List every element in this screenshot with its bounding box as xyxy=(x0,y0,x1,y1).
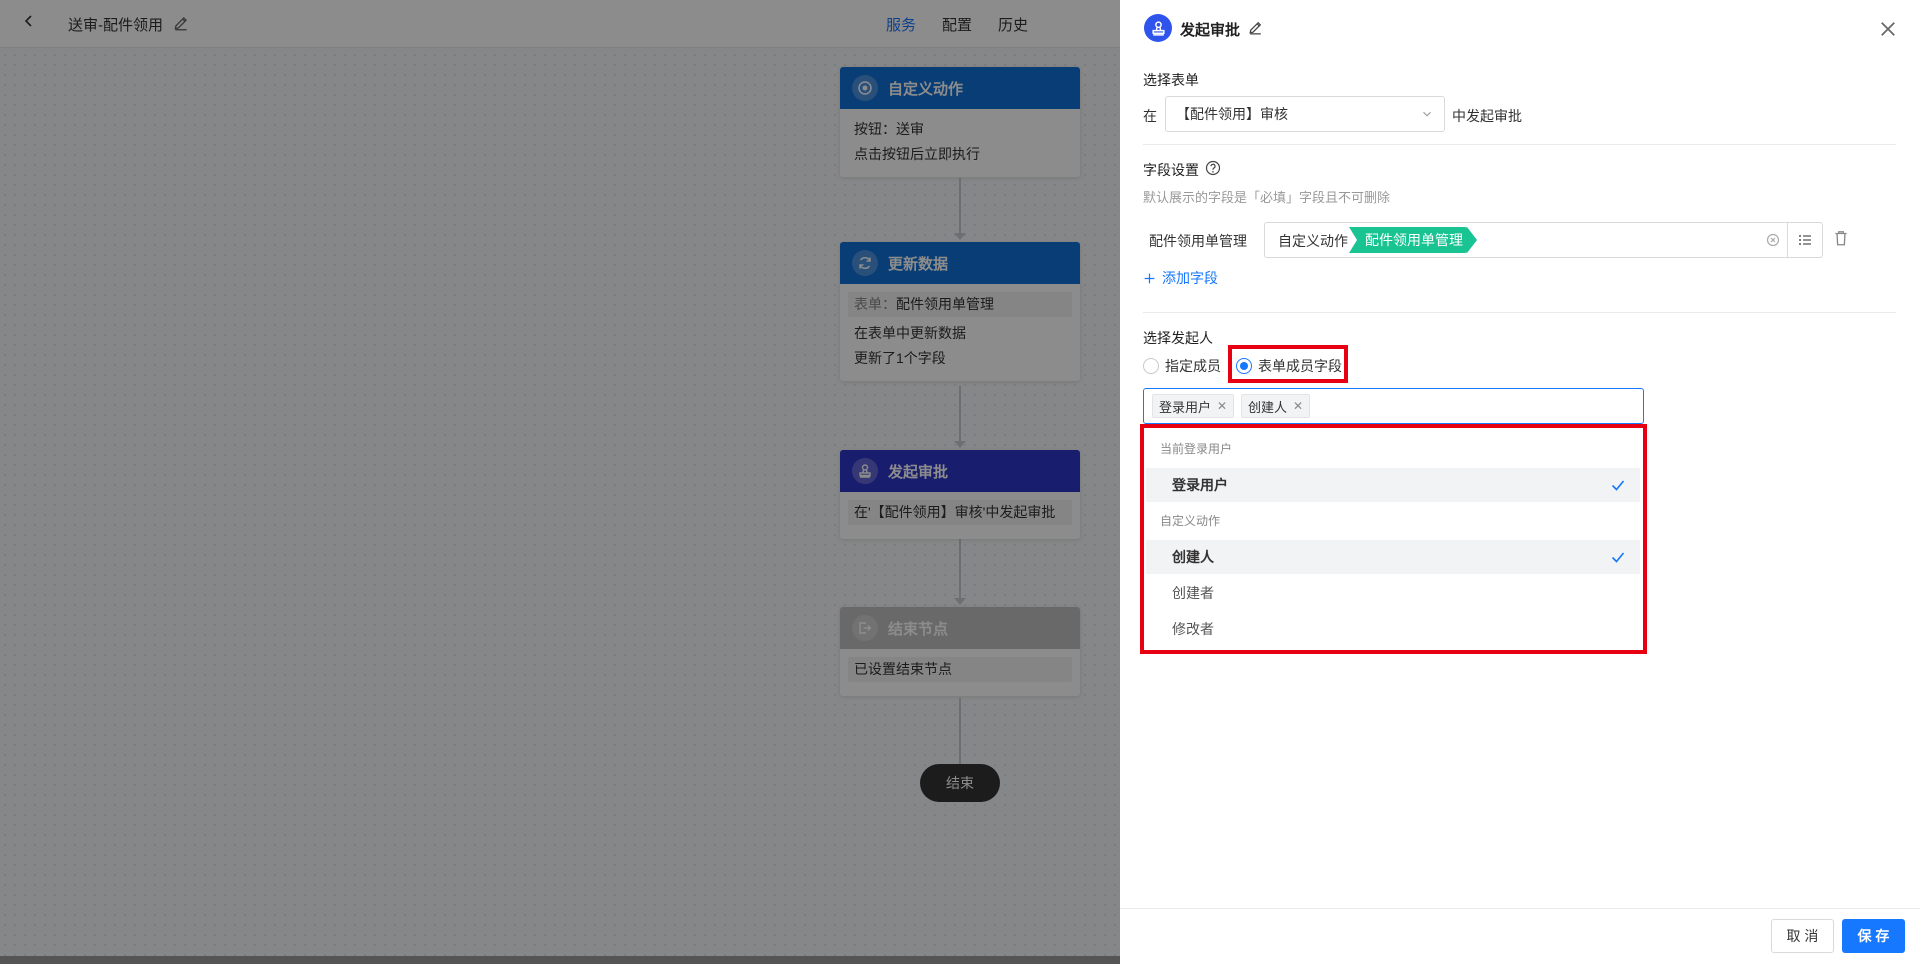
save-button[interactable]: 保 存 xyxy=(1842,919,1905,953)
selected-tag: 登录用户 ✕ xyxy=(1152,394,1235,418)
modal-overlay[interactable] xyxy=(0,0,1120,964)
field-value-picker[interactable]: 自定义动作 配件领用单管理 xyxy=(1264,222,1822,258)
radio-circle xyxy=(1143,358,1159,374)
select-form-label: 选择表单 xyxy=(1143,72,1199,88)
clear-circle-icon[interactable] xyxy=(1765,232,1781,248)
form-select-value: 【配件领用】审核 xyxy=(1176,106,1288,122)
initiator-tags-input[interactable]: 登录用户 ✕ 创建人 ✕ xyxy=(1143,388,1644,424)
footer-divider xyxy=(1120,908,1920,909)
close-icon[interactable] xyxy=(1878,19,1898,39)
form-select[interactable]: 【配件领用】审核 xyxy=(1165,96,1445,132)
highlight-box xyxy=(1228,345,1348,383)
tag-remove-icon[interactable]: ✕ xyxy=(1217,399,1227,413)
radio-specified-member[interactable]: 指定成员 xyxy=(1143,356,1221,376)
help-icon[interactable] xyxy=(1205,160,1221,176)
stamp-icon xyxy=(1144,14,1172,42)
chevron-down-icon xyxy=(1423,111,1431,117)
radio-label: 指定成员 xyxy=(1165,358,1221,374)
tag-label: 登录用户 xyxy=(1159,399,1212,415)
edit-icon[interactable] xyxy=(1247,19,1264,36)
trash-icon[interactable] xyxy=(1832,229,1850,247)
field-source-crumb: 自定义动作 xyxy=(1278,233,1348,249)
select-form-suffix: 中发起审批 xyxy=(1452,108,1522,124)
horizontal-scrollbar[interactable] xyxy=(0,956,1120,964)
drawer-title: 发起审批 xyxy=(1180,22,1241,39)
add-field-button[interactable]: 添加字段 xyxy=(1143,268,1218,288)
highlight-box xyxy=(1140,424,1647,654)
field-name-tag: 配件领用单管理 xyxy=(1349,227,1477,253)
select-form-prefix: 在 xyxy=(1143,108,1157,124)
field-list-button[interactable] xyxy=(1787,222,1823,258)
cancel-button[interactable]: 取 消 xyxy=(1771,919,1834,953)
section-divider xyxy=(1143,312,1896,313)
selected-tag: 创建人 ✕ xyxy=(1241,394,1311,418)
initiator-label: 选择发起人 xyxy=(1143,330,1213,346)
plus-icon xyxy=(1144,273,1155,283)
field-settings-label: 字段设置 xyxy=(1143,162,1199,178)
tag-label: 创建人 xyxy=(1248,399,1288,415)
tag-remove-icon[interactable]: ✕ xyxy=(1293,399,1303,413)
drawer-header: 发起审批 xyxy=(1120,0,1920,56)
field-settings-hint: 默认展示的字段是「必填」字段且不可删除 xyxy=(1143,190,1391,205)
field-row-label: 配件领用单管理 xyxy=(1149,233,1247,249)
add-field-label: 添加字段 xyxy=(1162,270,1218,286)
workflow-canvas[interactable]: 送审-配件领用 服务 配置 历史 自定义动作 按钮：送审 点击按钮后立即执行 更… xyxy=(0,0,1120,964)
list-icon xyxy=(1799,235,1811,245)
section-divider xyxy=(1143,144,1896,145)
